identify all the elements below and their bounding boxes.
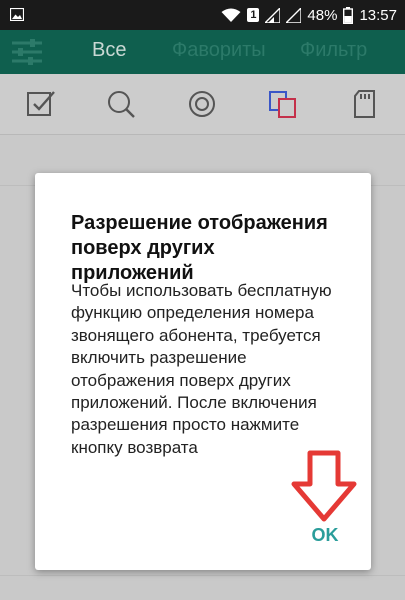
tab-favorites[interactable]: Фавориты bbox=[172, 39, 266, 62]
image-notification-icon bbox=[10, 8, 24, 21]
signal-icon-2 bbox=[286, 7, 302, 23]
battery-percent: 48% bbox=[307, 6, 338, 24]
list-divider bbox=[0, 575, 405, 576]
sd-card-icon[interactable] bbox=[350, 89, 380, 119]
tab-filter[interactable]: Фильтр bbox=[300, 39, 367, 62]
checkbox-icon[interactable] bbox=[26, 89, 56, 119]
status-icons: 1 48% 13:57 bbox=[221, 5, 397, 25]
tab-all[interactable]: Все bbox=[92, 39, 126, 62]
dialog-title: Разрешение отображения поверх других при… bbox=[71, 212, 328, 284]
status-bar: 1 48% 13:57 bbox=[0, 0, 405, 30]
clock: 13:57 bbox=[359, 6, 397, 24]
app-bar: Все Фавориты Фильтр bbox=[0, 30, 405, 74]
search-icon[interactable] bbox=[106, 89, 136, 119]
filter-settings-icon[interactable] bbox=[10, 38, 44, 66]
toolbar bbox=[0, 74, 405, 135]
signal-icon bbox=[265, 7, 281, 23]
target-icon[interactable] bbox=[187, 89, 217, 119]
copy-icon[interactable] bbox=[268, 89, 298, 119]
down-arrow-icon bbox=[291, 450, 357, 522]
ok-button[interactable]: OK bbox=[305, 522, 345, 548]
sim-badge: 1 bbox=[247, 8, 260, 22]
wifi-icon bbox=[221, 8, 241, 22]
dialog-message: Чтобы использовать бесплатную функцию оп… bbox=[71, 281, 332, 457]
battery-icon bbox=[343, 6, 354, 24]
